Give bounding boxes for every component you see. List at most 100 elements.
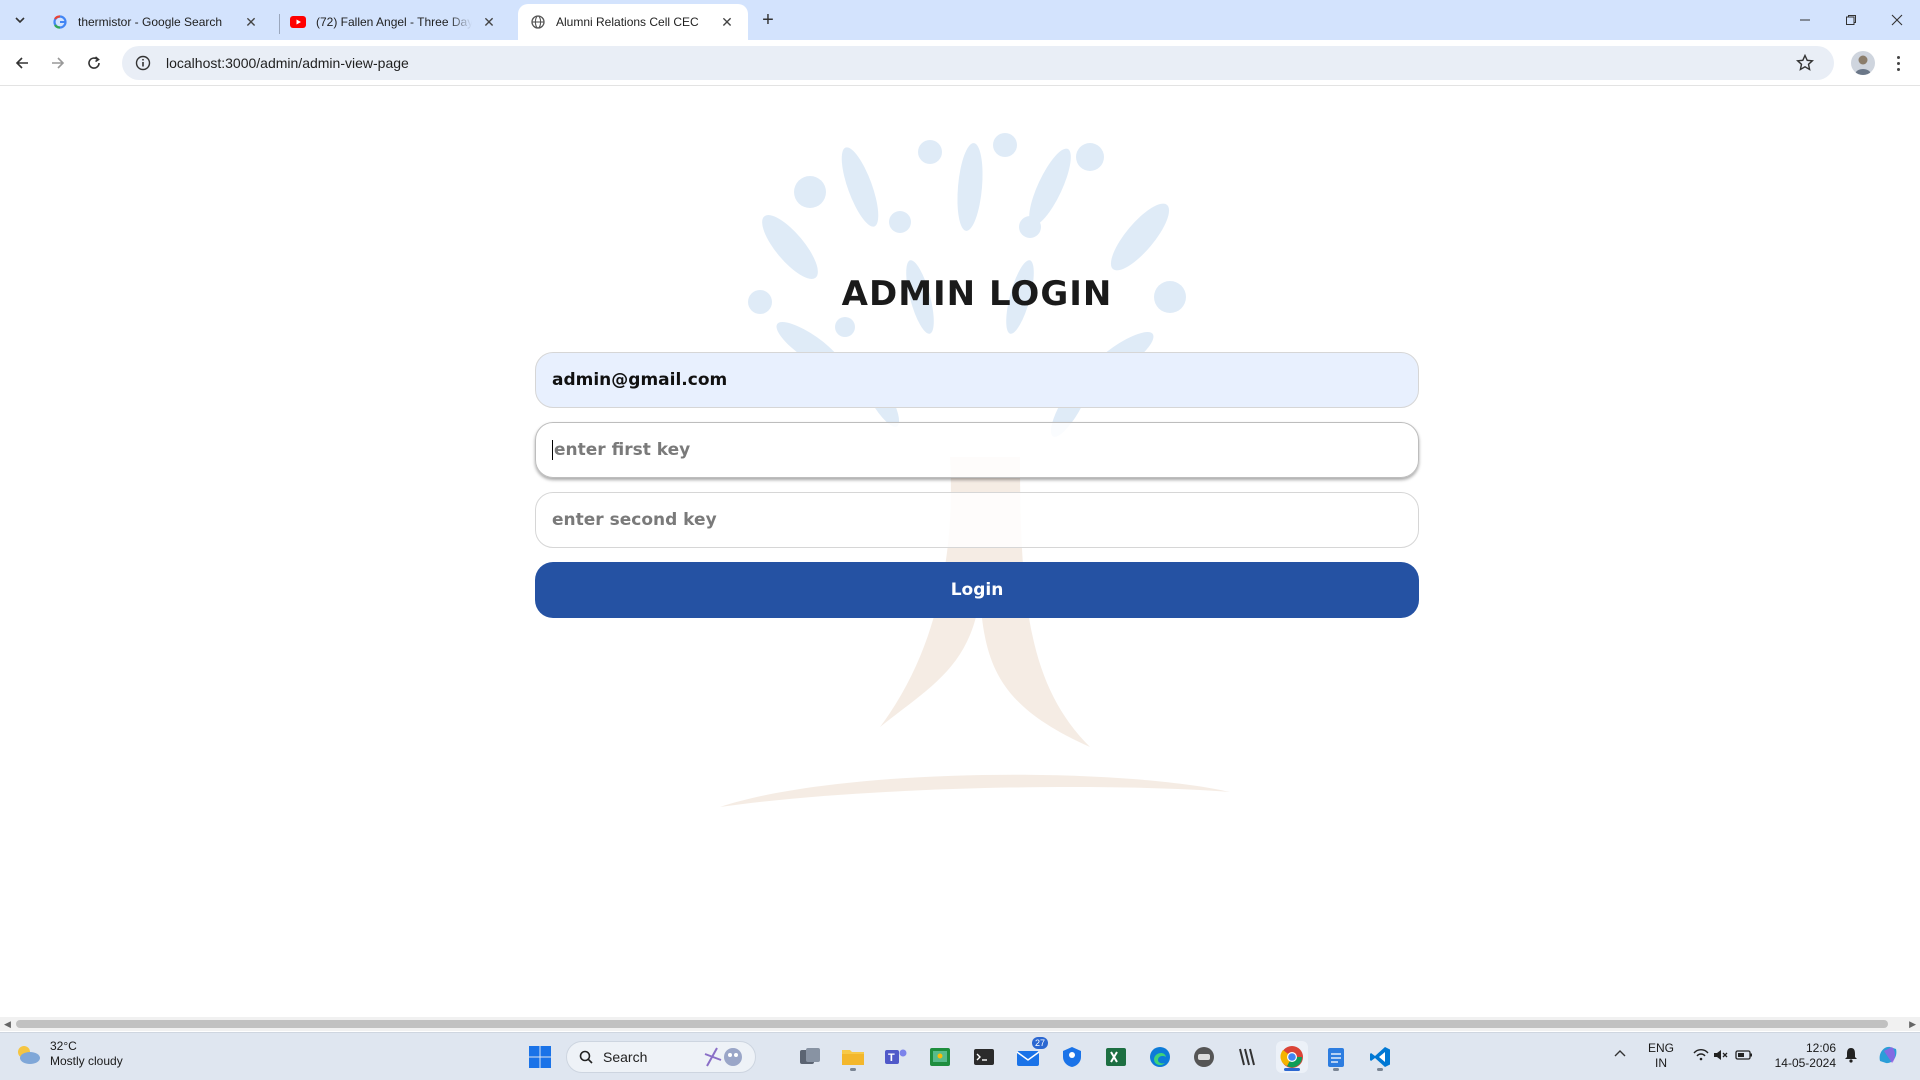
notepad-icon [1328,1048,1344,1067]
close-tab-icon[interactable]: ✕ [242,13,260,31]
language-code: ENG [1648,1041,1675,1055]
running-indicator [1377,1068,1383,1071]
minimize-icon [1800,19,1810,21]
app-button-2[interactable] [1188,1041,1220,1073]
helmet-icon [1194,1047,1214,1067]
vscode-button[interactable] [1364,1041,1396,1073]
copilot-icon [1879,1046,1897,1064]
close-window-button[interactable] [1874,0,1920,40]
first-key-placeholder: enter first key [554,440,691,460]
first-key-input[interactable]: enter first key [535,422,1419,478]
weather-widget[interactable]: 32°C Mostly cloudy [14,1039,123,1069]
tab-alumni-relations[interactable]: Alumni Relations Cell CEC ✕ [518,4,748,40]
notifications-button[interactable] [1844,1047,1858,1067]
bell-icon [1845,1048,1857,1063]
profile-avatar[interactable] [1851,51,1875,75]
edge-button[interactable] [1144,1041,1176,1073]
chrome-button[interactable] [1276,1041,1308,1073]
plus-icon: + [762,8,774,31]
excel-icon [1106,1048,1126,1066]
horizontal-scrollbar[interactable]: ◀ ▶ [0,1017,1920,1031]
terminal-icon [974,1049,994,1065]
folder-icon [842,1050,864,1065]
task-view-button[interactable] [794,1041,826,1073]
chevron-down-icon [15,17,25,24]
running-indicator [1333,1068,1339,1071]
browser-toolbar: localhost:3000/admin/admin-view-page [0,40,1920,86]
youtube-icon [290,14,306,30]
second-key-input[interactable]: enter second key [535,492,1419,548]
chrome-icon [1280,1046,1303,1068]
address-bar[interactable]: localhost:3000/admin/admin-view-page [122,46,1834,80]
avatar-icon [1855,55,1871,75]
tab-search-button[interactable] [8,8,32,32]
minimize-button[interactable] [1782,0,1828,40]
site-info-icon[interactable] [126,46,160,80]
classroom-icon [930,1048,950,1066]
close-icon [1891,14,1903,26]
clock-time: 12:06 [1805,1041,1836,1055]
notepad-button[interactable] [1320,1041,1352,1073]
forward-button[interactable] [44,49,72,77]
svg-text:T: T [888,1052,895,1064]
copilot-button[interactable] [1874,1041,1902,1073]
system-status-button[interactable] [1692,1047,1756,1067]
weather-temp: 32°C [50,1039,77,1053]
tab-title: Alumni Relations Cell CEC [556,15,699,29]
show-hidden-icons-button[interactable] [1614,1047,1626,1062]
excel-button[interactable] [1100,1041,1132,1073]
text-caret [552,440,553,460]
close-tab-icon[interactable]: ✕ [480,13,498,31]
scrollbar-thumb[interactable] [16,1020,1888,1028]
back-button[interactable] [8,49,36,77]
browser-menu-button[interactable] [1886,49,1910,77]
bookmark-star-icon[interactable] [1796,54,1814,72]
shield-person-icon [1063,1047,1081,1067]
email-field[interactable]: admin@gmail.com [535,352,1419,408]
classroom-button[interactable] [924,1041,956,1073]
network-sound-battery-icons [1693,1049,1752,1061]
tab-strip: thermistor - Google Search ✕ (72) Fallen… [0,0,1920,40]
file-explorer-button[interactable] [837,1041,869,1073]
region-code: IN [1655,1056,1667,1070]
reload-icon [88,56,100,69]
stripes-icon [1239,1048,1255,1066]
start-button[interactable] [524,1041,556,1073]
windows-icon [529,1046,551,1068]
task-view-icon [800,1048,820,1064]
weather-desc: Mostly cloudy [50,1054,123,1068]
scroll-left-icon[interactable]: ◀ [4,1019,11,1030]
terminal-button[interactable] [968,1041,1000,1073]
tab-title: (72) Fallen Angel - Three Days Grace [316,15,472,29]
arrow-right-icon [52,57,65,69]
edge-icon [1150,1047,1170,1067]
new-tab-button[interactable]: + [756,8,780,32]
globe-icon [530,14,546,30]
app-button-3[interactable] [1232,1041,1264,1073]
arrow-left-icon [15,57,28,69]
clock[interactable]: 12:06 14-05-2024 [1772,1041,1836,1071]
tab-google-search[interactable]: thermistor - Google Search ✕ [40,4,272,40]
search-icon [579,1050,593,1064]
vscode-icon [1370,1047,1390,1067]
reload-button[interactable] [80,49,108,77]
clock-date: 14-05-2024 [1774,1056,1836,1070]
login-button[interactable]: Login [535,562,1419,618]
taskbar-search[interactable]: Search [566,1041,756,1073]
scroll-right-icon[interactable]: ▶ [1909,1019,1916,1030]
cloud-icon [18,1046,40,1064]
page-title: ADMIN LOGIN [841,274,1113,314]
app-button[interactable] [1056,1041,1088,1073]
search-label: Search [603,1049,648,1065]
chevron-up-icon [1614,1050,1626,1057]
teams-button[interactable]: T [880,1041,912,1073]
active-indicator [1284,1068,1300,1071]
restore-button[interactable] [1828,0,1874,40]
google-icon [52,14,68,30]
tab-youtube[interactable]: (72) Fallen Angel - Three Days Grace ✕ [278,4,510,40]
email-value: admin@gmail.com [552,370,728,390]
mail-icon [1016,1051,1040,1066]
mail-button[interactable]: 27 [1012,1037,1048,1073]
language-indicator[interactable]: ENG IN [1648,1041,1674,1071]
close-tab-icon[interactable]: ✕ [718,13,736,31]
